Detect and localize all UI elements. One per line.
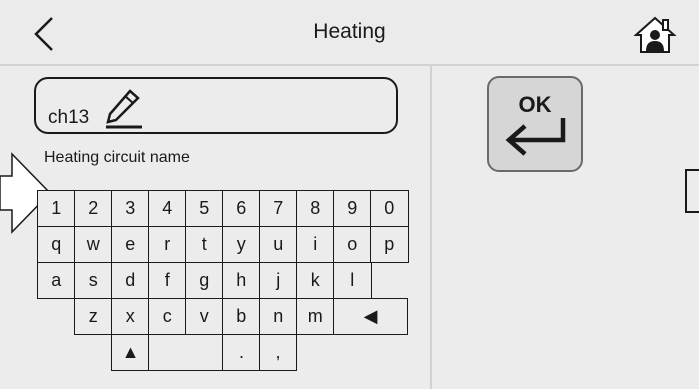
key-9[interactable]: 9: [333, 190, 372, 227]
key-7[interactable]: 7: [259, 190, 298, 227]
next-page-edge-icon[interactable]: [684, 168, 699, 214]
key-3[interactable]: 3: [111, 190, 150, 227]
key-m[interactable]: m: [296, 298, 335, 335]
page-title: Heating: [313, 20, 386, 43]
home-icon[interactable]: [633, 15, 677, 55]
key-b[interactable]: b: [222, 298, 261, 335]
key-t[interactable]: t: [185, 226, 224, 263]
panel-divider: [430, 66, 432, 389]
key-w[interactable]: w: [74, 226, 113, 263]
key-comma[interactable]: ,: [259, 334, 297, 371]
key-k[interactable]: k: [296, 262, 335, 299]
key-dot[interactable]: .: [222, 334, 261, 371]
key-z[interactable]: z: [74, 298, 113, 335]
header-bar: Heating: [0, 0, 699, 66]
spacebar-key[interactable]: [148, 334, 224, 371]
key-x[interactable]: x: [111, 298, 150, 335]
key-y[interactable]: y: [222, 226, 261, 263]
key-2[interactable]: 2: [74, 190, 113, 227]
key-g[interactable]: g: [185, 262, 224, 299]
key-d[interactable]: d: [111, 262, 150, 299]
key-c[interactable]: c: [148, 298, 187, 335]
ok-button[interactable]: OK: [487, 76, 583, 172]
key-f[interactable]: f: [148, 262, 187, 299]
key-j[interactable]: j: [259, 262, 298, 299]
shift-key[interactable]: ▲: [111, 334, 150, 371]
key-i[interactable]: i: [296, 226, 335, 263]
field-label: Heating circuit name: [44, 149, 190, 166]
key-1[interactable]: 1: [37, 190, 76, 227]
key-h[interactable]: h: [222, 262, 261, 299]
ok-label: OK: [518, 92, 552, 117]
key-4[interactable]: 4: [148, 190, 187, 227]
key-q[interactable]: q: [37, 226, 76, 263]
key-u[interactable]: u: [259, 226, 298, 263]
key-v[interactable]: v: [185, 298, 224, 335]
enter-arrow-icon: [505, 118, 566, 156]
backspace-key[interactable]: ◀: [333, 298, 408, 335]
key-8[interactable]: 8: [296, 190, 335, 227]
key-a[interactable]: a: [37, 262, 76, 299]
circuit-name-value: ch13: [48, 107, 90, 128]
key-6[interactable]: 6: [222, 190, 261, 227]
key-5[interactable]: 5: [185, 190, 224, 227]
key-e[interactable]: e: [111, 226, 150, 263]
key-n[interactable]: n: [259, 298, 298, 335]
key-l[interactable]: l: [333, 262, 372, 299]
key-s[interactable]: s: [74, 262, 113, 299]
key-o[interactable]: o: [333, 226, 372, 263]
key-r[interactable]: r: [148, 226, 187, 263]
circuit-name-field[interactable]: ch13: [34, 77, 398, 134]
pencil-icon: [106, 89, 142, 129]
key-0[interactable]: 0: [370, 190, 409, 227]
key-p[interactable]: p: [370, 226, 409, 263]
